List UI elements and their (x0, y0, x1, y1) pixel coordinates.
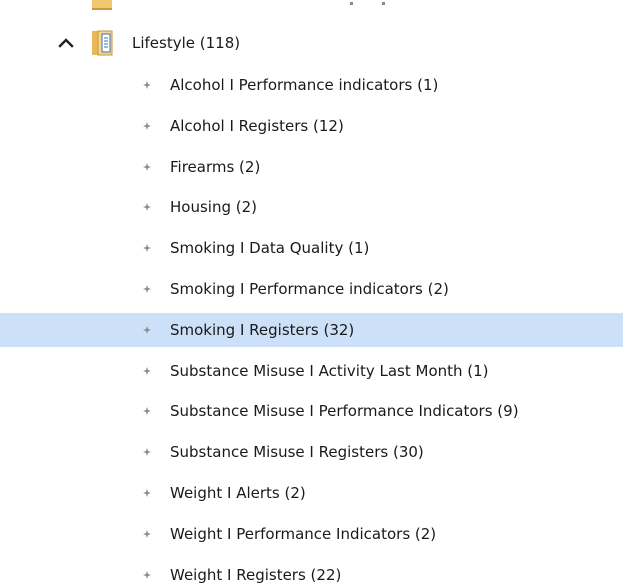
bullet-icon (143, 489, 151, 497)
bullet-icon (143, 81, 151, 89)
tree-child-label: Firearms (2) (170, 158, 261, 176)
tree-child-item[interactable]: Smoking I Registers (32) (0, 313, 623, 347)
bullet-icon (143, 163, 151, 171)
tree-child-item[interactable]: Firearms (2) (0, 150, 623, 184)
tree-child-item[interactable]: Weight I Alerts (2) (0, 476, 623, 510)
tree-child-item[interactable]: Substance Misuse I Activity Last Month (… (0, 354, 623, 388)
tree-child-label: Smoking I Registers (32) (170, 321, 355, 339)
tree-child-item[interactable]: Substance Misuse I Performance Indicator… (0, 394, 623, 428)
bullet-icon (143, 571, 151, 579)
tree-child-label: Substance Misuse I Registers (30) (170, 443, 424, 461)
tree-child-label: Smoking I Data Quality (1) (170, 239, 370, 257)
folder-icon (92, 0, 112, 10)
truncated-text (382, 2, 385, 5)
tree-child-label: Substance Misuse I Performance Indicator… (170, 402, 519, 420)
bullet-icon (143, 530, 151, 538)
bullet-icon (143, 407, 151, 415)
bullet-icon (143, 448, 151, 456)
tree-child-label: Alcohol I Performance indicators (1) (170, 76, 439, 94)
tree-child-item[interactable]: Weight I Performance Indicators (2) (0, 517, 623, 551)
bullet-icon (143, 203, 151, 211)
tree-child-item[interactable]: Alcohol I Registers (12) (0, 109, 623, 143)
tree-child-label: Housing (2) (170, 198, 257, 216)
tree-child-label: Weight I Alerts (2) (170, 484, 306, 502)
tree-node-lifestyle[interactable]: Lifestyle (118) (0, 26, 623, 60)
tree-child-label: Substance Misuse I Activity Last Month (… (170, 362, 489, 380)
chevron-up-icon[interactable] (58, 35, 74, 51)
bullet-icon (143, 122, 151, 130)
bullet-icon (143, 367, 151, 375)
folder-icon (92, 30, 113, 56)
bullet-icon (143, 244, 151, 252)
truncated-text (350, 2, 353, 5)
tree-child-item[interactable]: Alcohol I Performance indicators (1) (0, 68, 623, 102)
tree-child-label: Weight I Registers (22) (170, 566, 342, 583)
tree-child-item[interactable]: Smoking I Data Quality (1) (0, 231, 623, 265)
tree-child-item[interactable]: Smoking I Performance indicators (2) (0, 272, 623, 306)
bullet-icon (143, 326, 151, 334)
tree-child-label: Smoking I Performance indicators (2) (170, 280, 449, 298)
tree-child-label: Alcohol I Registers (12) (170, 117, 344, 135)
tree-child-item[interactable]: Substance Misuse I Registers (30) (0, 435, 623, 469)
tree-node-label: Lifestyle (118) (132, 34, 241, 52)
tree-view: Lifestyle (118) Alcohol I Performance in… (0, 0, 623, 583)
tree-child-label: Weight I Performance Indicators (2) (170, 525, 437, 543)
tree-child-item[interactable]: Weight I Registers (22) (0, 558, 623, 583)
tree-child-item[interactable]: Housing (2) (0, 190, 623, 224)
bullet-icon (143, 285, 151, 293)
previous-tree-row (0, 0, 623, 14)
